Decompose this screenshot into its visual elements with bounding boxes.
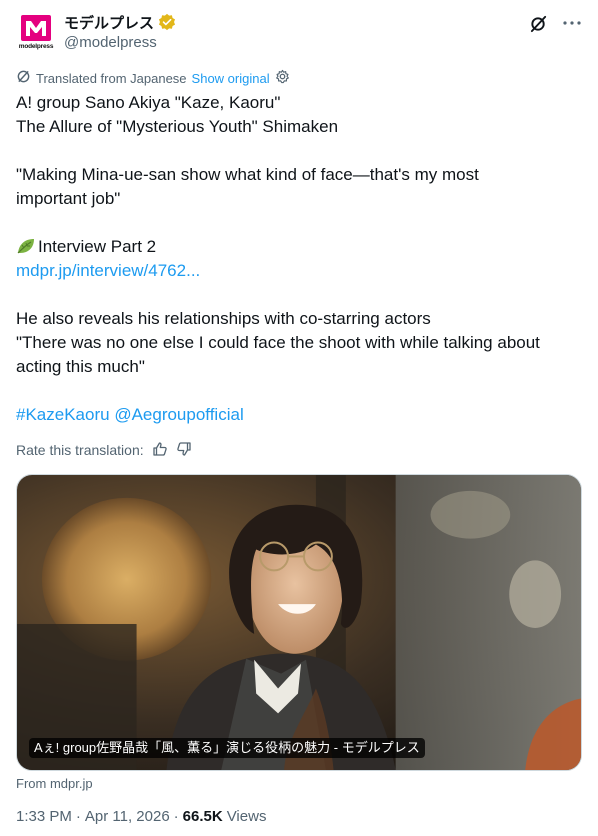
tweet-line: "There was no one else I could face the … [16, 333, 540, 352]
tweet-date[interactable]: Apr 11, 2026 [85, 808, 170, 825]
tweet-tags-line: #KazeKaoru @Aegroupofficial [16, 403, 576, 427]
rate-translation-label: Rate this translation: [16, 442, 144, 458]
verified-badge-icon[interactable] [158, 13, 176, 31]
rate-translation: Rate this translation: [16, 440, 192, 460]
tweet-header: modelpress モデルプレス @modelpress [16, 12, 582, 56]
tweet-line: He also reveals his relationships with c… [16, 309, 431, 328]
tweet-line: acting this much" [16, 357, 145, 376]
tweet-text: A! group Sano Akiya "Kaze, Kaoru" The Al… [16, 91, 576, 427]
translate-icon [16, 69, 31, 87]
translation-label: Translated from Japanese [36, 70, 187, 86]
tweet-line: important job" [16, 189, 121, 208]
show-original-link[interactable]: Show original [192, 71, 270, 86]
author-handle[interactable]: @modelpress [64, 34, 157, 51]
card-caption: Aぇ! group佐野晶哉「風、薫る」演じる役柄の魅力 - モデルプレス [29, 738, 425, 758]
hashtag-link[interactable]: #KazeKaoru [16, 405, 110, 424]
grok-icon[interactable] [528, 13, 548, 33]
more-icon[interactable] [562, 13, 582, 33]
avatar-wordmark: modelpress [18, 43, 54, 50]
tweet-line: Interview Part 2 [38, 237, 157, 256]
tweet-line-interview: Interview Part 2 [16, 235, 576, 259]
views-label: Views [226, 808, 267, 825]
tweet-line: A! group Sano Akiya "Kaze, Kaoru" [16, 93, 281, 112]
meta-separator: · [75, 808, 81, 825]
mention-link[interactable]: @Aegroupofficial [114, 405, 243, 424]
tweet-link-line: mdpr.jp/interview/4762... [16, 259, 576, 283]
tweet-meta: 1:33 PM · Apr 11, 2026 · 66.5K Views [16, 808, 266, 825]
card-source[interactable]: From mdpr.jp [16, 776, 93, 791]
tweet-time[interactable]: 1:33 PM [16, 808, 72, 825]
avatar-logo [21, 15, 51, 41]
thumbs-up-icon[interactable] [152, 441, 168, 460]
author-name[interactable]: モデルプレス [64, 12, 154, 33]
meta-separator: · [173, 808, 179, 825]
link-card[interactable]: Aぇ! group佐野晶哉「風、薫る」演じる役柄の魅力 - モデルプレス [16, 474, 582, 771]
thumbs-down-icon[interactable] [176, 441, 192, 460]
top-actions [528, 12, 582, 34]
article-link[interactable]: mdpr.jp/interview/4762... [16, 261, 200, 280]
tweet-line: "Making Mina-ue-san show what kind of fa… [16, 165, 479, 184]
card-image [17, 475, 581, 770]
views-count: 66.5K [182, 808, 223, 825]
author-name-row[interactable]: モデルプレス [64, 12, 176, 32]
leaf-icon [16, 237, 36, 255]
translation-notice: Translated from Japanese Show original [16, 69, 290, 87]
avatar[interactable]: modelpress [16, 12, 56, 52]
settings-icon[interactable] [275, 69, 290, 87]
tweet-line: The Allure of "Mysterious Youth" Shimake… [16, 117, 339, 136]
